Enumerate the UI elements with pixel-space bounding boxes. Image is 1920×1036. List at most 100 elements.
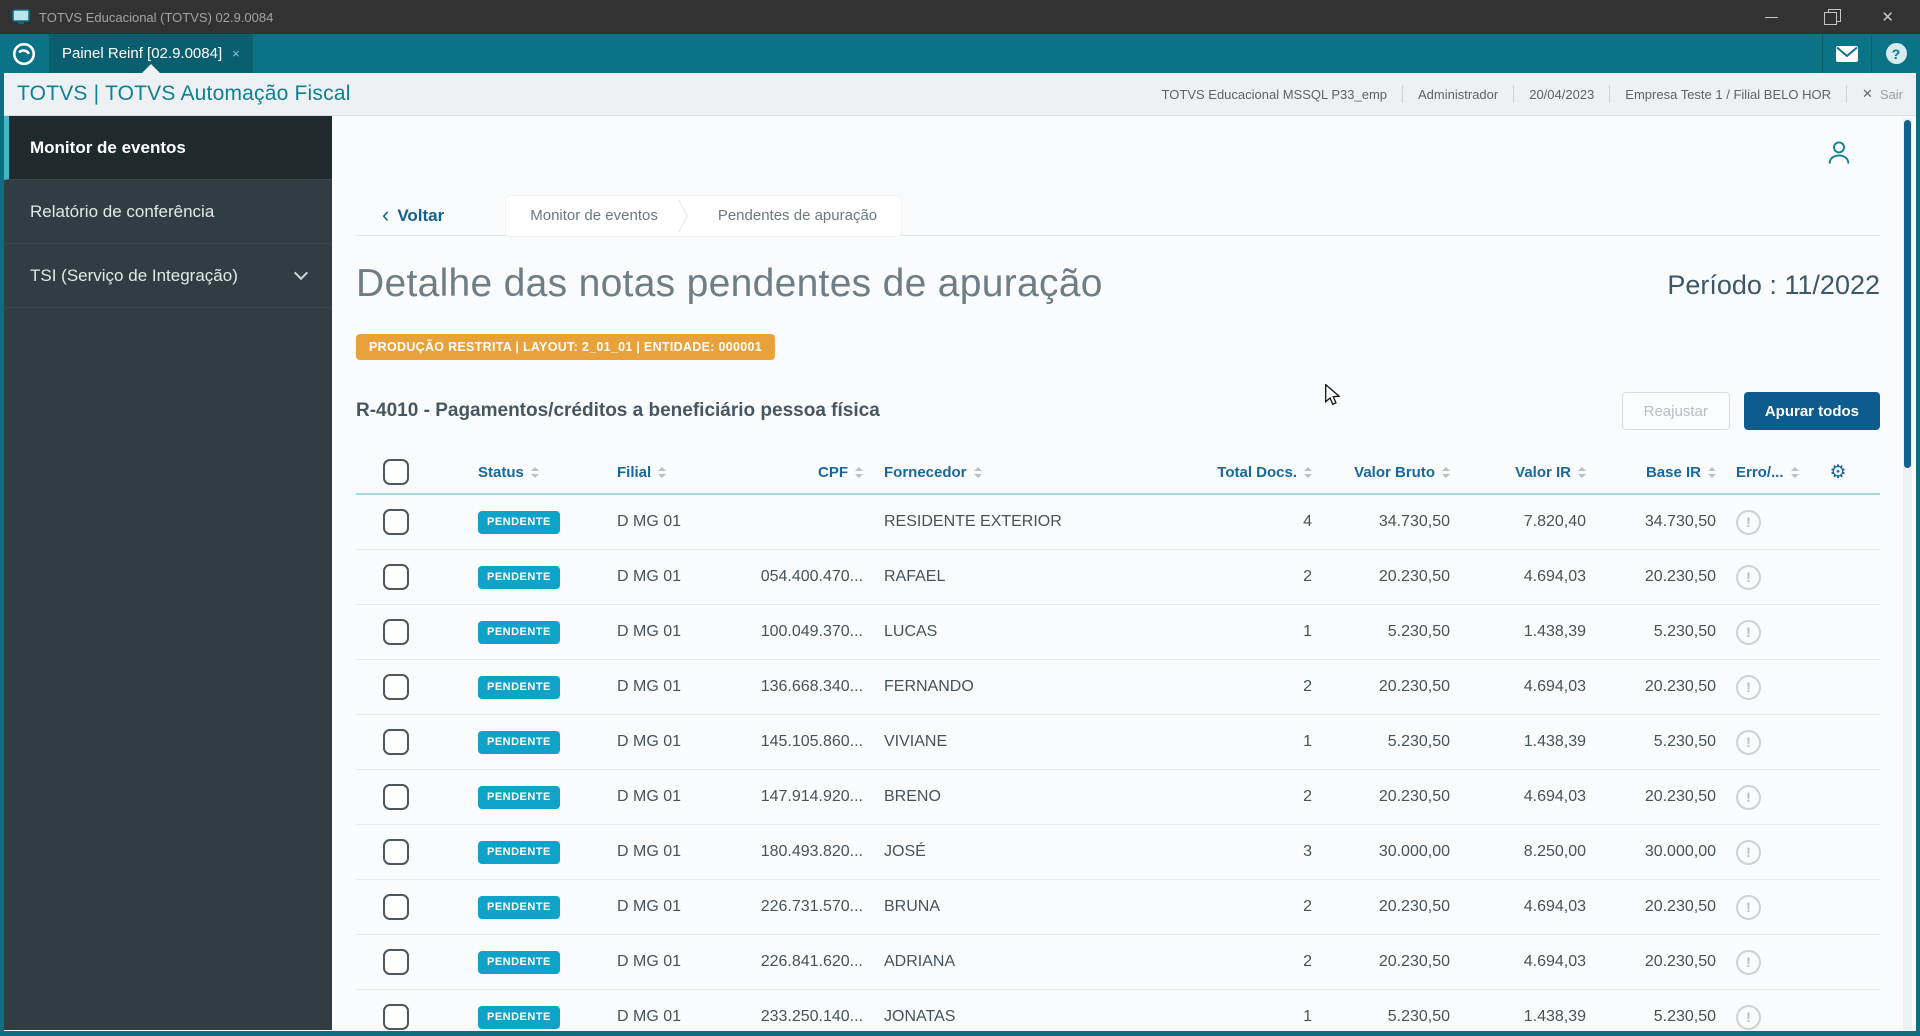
column-header-total-docs[interactable]: Total Docs. xyxy=(1177,451,1312,493)
table-row[interactable]: PENDENTE D MG 01 147.914.920... BRENO 2 … xyxy=(356,770,1880,825)
table-row[interactable]: PENDENTE D MG 01 054.400.470... RAFAEL 2… xyxy=(356,550,1880,605)
error-icon[interactable]: ! xyxy=(1736,949,1761,975)
person-icon[interactable] xyxy=(1824,138,1854,172)
row-checkbox[interactable] xyxy=(383,839,409,865)
row-checkbox[interactable] xyxy=(383,564,409,590)
table-body: PENDENTE D MG 01 RESIDENTE EXTERIOR 4 34… xyxy=(356,495,1880,1030)
sort-icon xyxy=(855,466,863,478)
cell-total-docs: 3 xyxy=(1303,843,1312,860)
cell-base-ir: 5.230,50 xyxy=(1653,733,1716,750)
table-row[interactable]: PENDENTE D MG 01 233.250.140... JONATAS … xyxy=(356,990,1880,1030)
column-header-base-ir[interactable]: Base IR xyxy=(1586,451,1716,493)
cell-base-ir: 5.230,50 xyxy=(1653,623,1716,640)
column-header-filial[interactable]: Filial xyxy=(594,451,756,493)
row-checkbox[interactable] xyxy=(383,729,409,755)
cell-cpf: 145.105.860... xyxy=(760,733,863,750)
status-badge: PENDENTE xyxy=(478,675,560,699)
tab-label: Painel Reinf [02.9.0084] xyxy=(62,45,223,62)
column-header-valor-bruto[interactable]: Valor Bruto xyxy=(1312,451,1450,493)
error-icon[interactable]: ! xyxy=(1736,509,1761,535)
table-row[interactable]: PENDENTE D MG 01 RESIDENTE EXTERIOR 4 34… xyxy=(356,495,1880,550)
apurar-todos-button[interactable]: Apurar todos xyxy=(1743,392,1880,430)
cell-base-ir: 20.230,50 xyxy=(1644,788,1716,805)
error-icon[interactable]: ! xyxy=(1736,674,1761,700)
cell-total-docs: 2 xyxy=(1303,953,1312,970)
content-area: ‹ Voltar Monitor de eventos Pendentes de… xyxy=(332,116,1916,1030)
settings-gear-icon[interactable]: ⚙ xyxy=(1829,463,1846,482)
cell-total-docs: 1 xyxy=(1303,1008,1312,1025)
cell-valor-bruto: 34.730,50 xyxy=(1378,513,1450,530)
table-row[interactable]: PENDENTE D MG 01 136.668.340... FERNANDO… xyxy=(356,660,1880,715)
column-header-cpf[interactable]: CPF xyxy=(756,451,863,493)
logout-x-icon: ✕ xyxy=(1861,86,1873,101)
cell-cpf xyxy=(756,495,863,549)
reajustar-button[interactable]: Reajustar xyxy=(1621,392,1730,430)
error-icon[interactable]: ! xyxy=(1736,564,1761,590)
row-checkbox[interactable] xyxy=(383,619,409,645)
logout-button[interactable]: ✕ Sair xyxy=(1862,86,1903,102)
column-header-erro[interactable]: Erro/... xyxy=(1716,451,1799,493)
maximize-restore-button-icon[interactable] xyxy=(1824,8,1842,25)
tab-painel-reinf[interactable]: Painel Reinf [02.9.0084] × xyxy=(49,34,253,73)
window-titlebar: TOTVS Educacional (TOTVS) 02.9.0084 ✕ xyxy=(0,0,1920,34)
cell-cpf: 233.250.140... xyxy=(760,1008,863,1025)
tab-close-icon[interactable]: × xyxy=(232,46,240,61)
cell-filial: D MG 01 xyxy=(617,678,682,695)
cell-filial: D MG 01 xyxy=(617,733,682,750)
error-icon[interactable]: ! xyxy=(1736,729,1761,755)
cell-cpf: 136.668.340... xyxy=(760,678,863,695)
cell-valor-ir: 4.694,03 xyxy=(1523,788,1586,805)
divider xyxy=(1513,85,1515,103)
sidebar-item-label: TSI (Serviço de Integração) xyxy=(30,265,238,285)
cell-filial: D MG 01 xyxy=(617,953,682,970)
select-all-checkbox[interactable] xyxy=(383,459,409,485)
cell-cpf: 226.841.620... xyxy=(760,953,863,970)
date-label: 20/04/2023 xyxy=(1529,86,1595,102)
table-row[interactable]: PENDENTE D MG 01 100.049.370... LUCAS 1 … xyxy=(356,605,1880,660)
sidebar-item-monitor-de-eventos[interactable]: Monitor de eventos xyxy=(4,116,332,180)
error-icon[interactable]: ! xyxy=(1736,894,1761,920)
sidebar-item-relatorio-de-conferencia[interactable]: Relatório de conferência xyxy=(4,180,332,244)
error-icon[interactable]: ! xyxy=(1736,784,1761,810)
table-row[interactable]: PENDENTE D MG 01 145.105.860... VIVIANE … xyxy=(356,715,1880,770)
cell-filial: D MG 01 xyxy=(617,623,682,640)
help-icon[interactable]: ? xyxy=(1872,43,1920,64)
cell-valor-ir: 4.694,03 xyxy=(1523,678,1586,695)
column-header-fornecedor[interactable]: Fornecedor xyxy=(863,451,1177,493)
cell-valor-ir: 1.438,39 xyxy=(1523,733,1586,750)
table-row[interactable]: PENDENTE D MG 01 226.731.570... BRUNA 2 … xyxy=(356,880,1880,935)
cell-valor-bruto: 5.230,50 xyxy=(1387,733,1450,750)
back-label: Voltar xyxy=(397,205,445,225)
row-checkbox[interactable] xyxy=(383,674,409,700)
error-icon[interactable]: ! xyxy=(1736,619,1761,645)
breadcrumb: Monitor de eventos Pendentes de apuração xyxy=(506,195,902,236)
cell-total-docs: 2 xyxy=(1303,678,1312,695)
status-badge: PENDENTE xyxy=(478,785,560,809)
minimize-button-icon[interactable] xyxy=(1765,16,1779,18)
sort-icon xyxy=(1708,466,1716,478)
cell-base-ir: 34.730,50 xyxy=(1644,513,1716,530)
status-badge: PENDENTE xyxy=(478,730,560,754)
sidebar: Monitor de eventos Relatório de conferên… xyxy=(4,116,332,1030)
column-header-status[interactable]: Status xyxy=(444,451,594,493)
breadcrumb-item-pendentes-de-apuracao[interactable]: Pendentes de apuração xyxy=(694,207,901,224)
back-button[interactable]: ‹ Voltar xyxy=(382,203,445,226)
table-row[interactable]: PENDENTE D MG 01 226.841.620... ADRIANA … xyxy=(356,935,1880,990)
scrollbar-thumb[interactable] xyxy=(1904,120,1911,468)
sidebar-item-tsi[interactable]: TSI (Serviço de Integração) xyxy=(4,244,332,308)
row-checkbox[interactable] xyxy=(383,894,409,920)
table-row[interactable]: PENDENTE D MG 01 180.493.820... JOSÉ 3 3… xyxy=(356,825,1880,880)
window-bottom-border xyxy=(0,1031,1920,1036)
status-badge: PENDENTE xyxy=(478,895,560,919)
row-checkbox[interactable] xyxy=(383,949,409,975)
cell-base-ir: 5.230,50 xyxy=(1653,1008,1716,1025)
close-window-button-icon[interactable]: ✕ xyxy=(1881,10,1894,25)
error-icon[interactable]: ! xyxy=(1736,839,1761,865)
error-icon[interactable]: ! xyxy=(1736,1004,1761,1030)
row-checkbox[interactable] xyxy=(383,784,409,810)
breadcrumb-item-monitor-de-eventos[interactable]: Monitor de eventos xyxy=(506,207,682,224)
row-checkbox[interactable] xyxy=(383,1004,409,1030)
mail-icon[interactable] xyxy=(1823,45,1871,63)
column-header-valor-ir[interactable]: Valor IR xyxy=(1450,451,1586,493)
row-checkbox[interactable] xyxy=(383,509,409,535)
